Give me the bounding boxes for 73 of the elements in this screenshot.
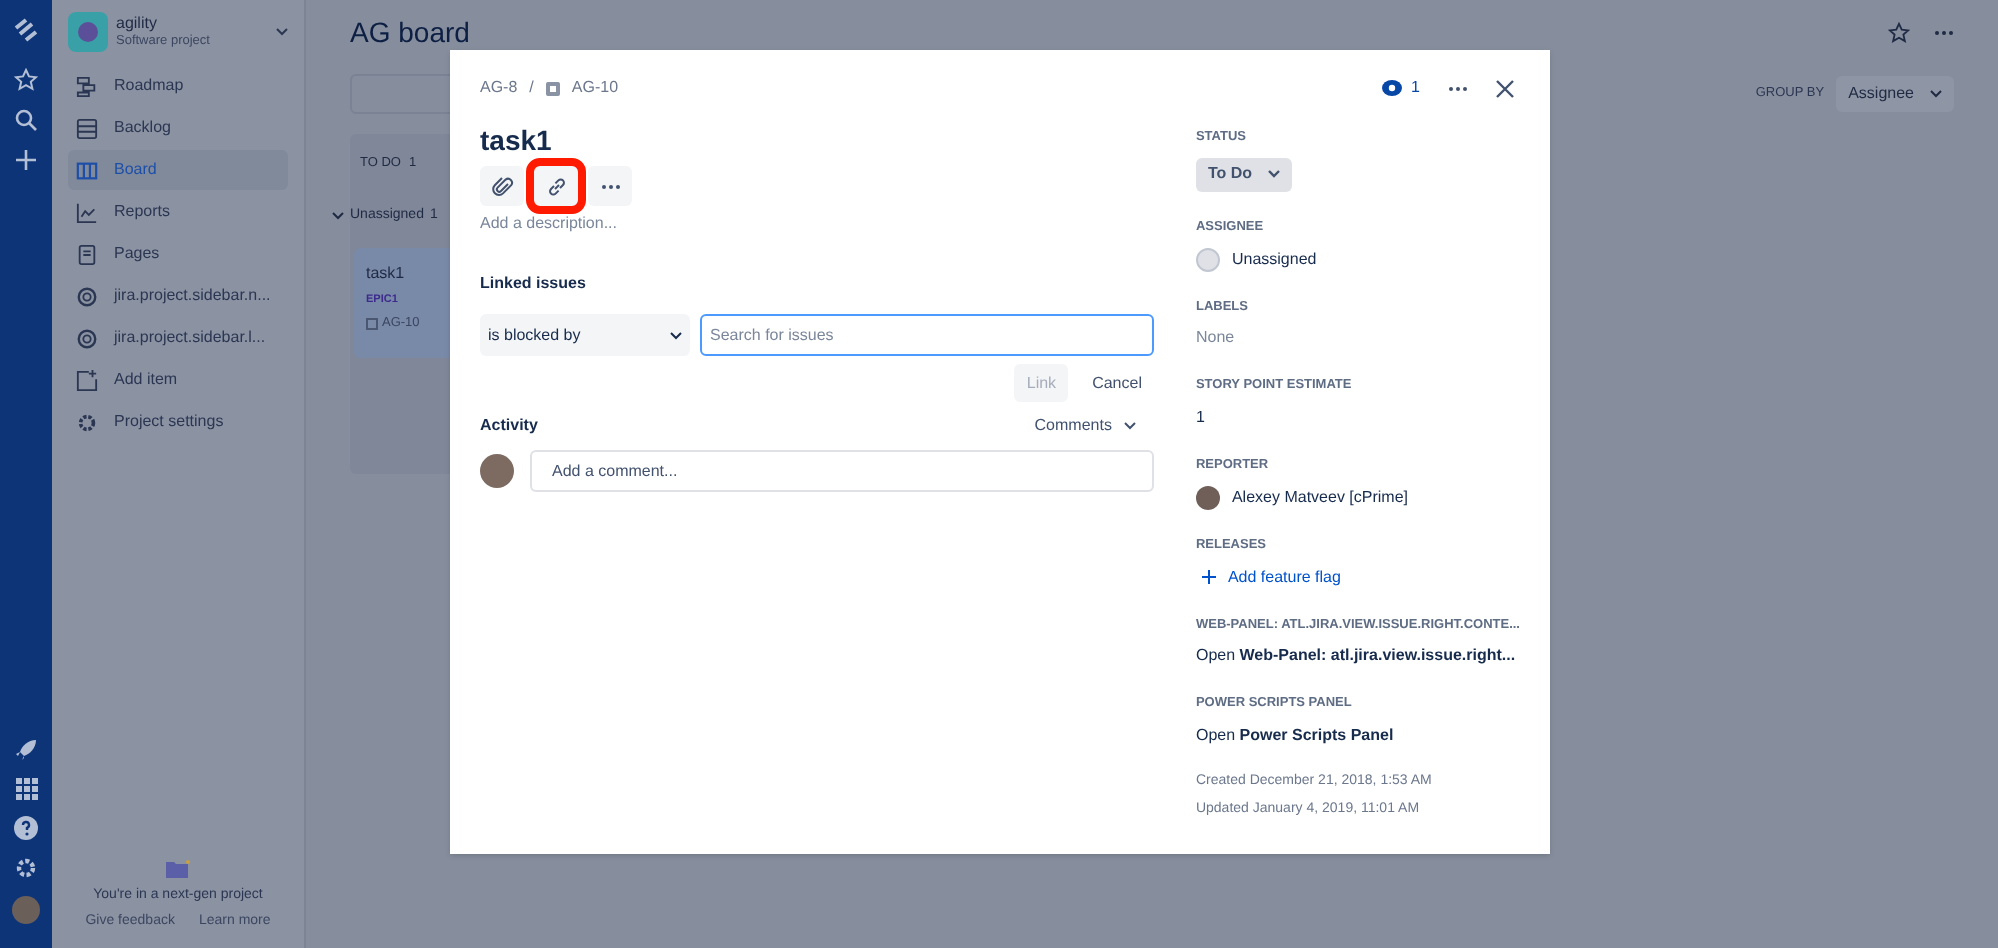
status-dropdown[interactable]: To Do <box>1195 157 1293 192</box>
sidebar-item[interactable]: Roadmap <box>68 66 288 106</box>
sidebar-item[interactable]: Project settings <box>68 402 288 442</box>
group-by-dropdown[interactable]: Assignee <box>1836 76 1954 112</box>
sidebar-item[interactable]: jira.project.sidebar.n... <box>68 276 288 316</box>
search-field[interactable]: Search for issues <box>700 314 1154 356</box>
page-icon <box>76 243 98 265</box>
chevron-down-icon[interactable] <box>276 28 288 36</box>
field-value[interactable]: None <box>1195 326 1520 351</box>
task-icon <box>545 81 560 95</box>
chevron-down-icon <box>1268 170 1281 179</box>
star-icon[interactable] <box>1888 22 1910 44</box>
roadmap-icon <box>76 75 98 97</box>
more-button[interactable] <box>588 166 632 206</box>
link-button[interactable] <box>534 166 578 206</box>
chevron-down-icon[interactable] <box>332 212 344 221</box>
chevron-down-icon <box>1123 422 1136 430</box>
issue-title[interactable]: task1 <box>480 120 1154 162</box>
project-avatar <box>68 12 108 52</box>
rocket-icon[interactable] <box>14 738 38 762</box>
add-feature-flag-link[interactable]: Add feature flag <box>1195 565 1520 589</box>
sidebar-item[interactable]: Reports <box>68 192 288 232</box>
backlog-icon <box>76 117 98 139</box>
chevron-down-icon <box>670 331 682 339</box>
sidebar-item[interactable]: Add item <box>68 360 288 400</box>
user-name[interactable]: Unassigned <box>1231 247 1317 271</box>
target-icon <box>76 327 98 349</box>
link-icon <box>545 175 567 197</box>
eye-icon[interactable] <box>1381 80 1402 96</box>
settings-icon <box>76 411 98 433</box>
board-icon <box>76 159 98 181</box>
task-icon <box>366 318 378 331</box>
relation-dropdown[interactable]: is blocked by <box>480 314 690 356</box>
folder-icon <box>166 860 190 878</box>
panel-link[interactable]: Open Power Scripts Panel <box>1195 724 1520 748</box>
plus-icon <box>1201 570 1216 584</box>
section-heading: Activity <box>480 414 538 438</box>
watcher-count: 1 <box>1411 76 1420 100</box>
attach-button[interactable] <box>480 166 524 206</box>
more-icon[interactable] <box>1448 85 1468 91</box>
add-item-icon <box>76 369 98 391</box>
comment-field[interactable]: Add a comment... <box>530 450 1154 492</box>
sidebar-item[interactable]: jira.project.sidebar.l... <box>68 318 288 358</box>
help-icon[interactable] <box>14 816 38 840</box>
target-icon <box>76 285 98 307</box>
sidebar-item[interactable]: Backlog <box>68 108 288 148</box>
description-placeholder[interactable]: Add a description... <box>480 212 1154 236</box>
breadcrumb-link[interactable]: AG-10 <box>571 76 619 100</box>
field-value[interactable]: 1 <box>1195 406 1520 430</box>
breadcrumb-link[interactable]: AG-8 <box>480 76 518 100</box>
card-title: task1 <box>366 262 407 286</box>
user-name[interactable]: Alexey Matveev [cPrime] <box>1231 485 1408 510</box>
cancel-button[interactable]: Cancel <box>1080 364 1154 402</box>
settings-icon[interactable] <box>14 856 38 880</box>
section-heading: Linked issues <box>480 272 588 296</box>
sidebar-item[interactable]: Pages <box>68 234 288 274</box>
avatar <box>480 454 514 488</box>
project-name: agility <box>116 14 159 32</box>
app-grid-icon[interactable] <box>15 778 37 800</box>
chevron-down-icon <box>1930 90 1942 98</box>
more-icon[interactable] <box>1934 30 1954 36</box>
activity-filter-dropdown[interactable]: Comments <box>1026 414 1144 438</box>
close-icon[interactable] <box>1496 79 1514 97</box>
logo-icon[interactable] <box>12 16 40 44</box>
star-icon[interactable] <box>14 68 38 92</box>
panel-link[interactable]: Open Web-Panel: atl.jira.view.issue.right... <box>1195 644 1520 669</box>
search-icon[interactable] <box>14 108 38 132</box>
plus-icon[interactable] <box>14 148 38 172</box>
paperclip-icon <box>491 175 513 197</box>
board-title: AG board <box>350 14 470 52</box>
chart-icon <box>76 201 98 223</box>
breadcrumb-separator: / <box>529 76 534 100</box>
sidebar-item[interactable]: Board <box>68 150 288 190</box>
